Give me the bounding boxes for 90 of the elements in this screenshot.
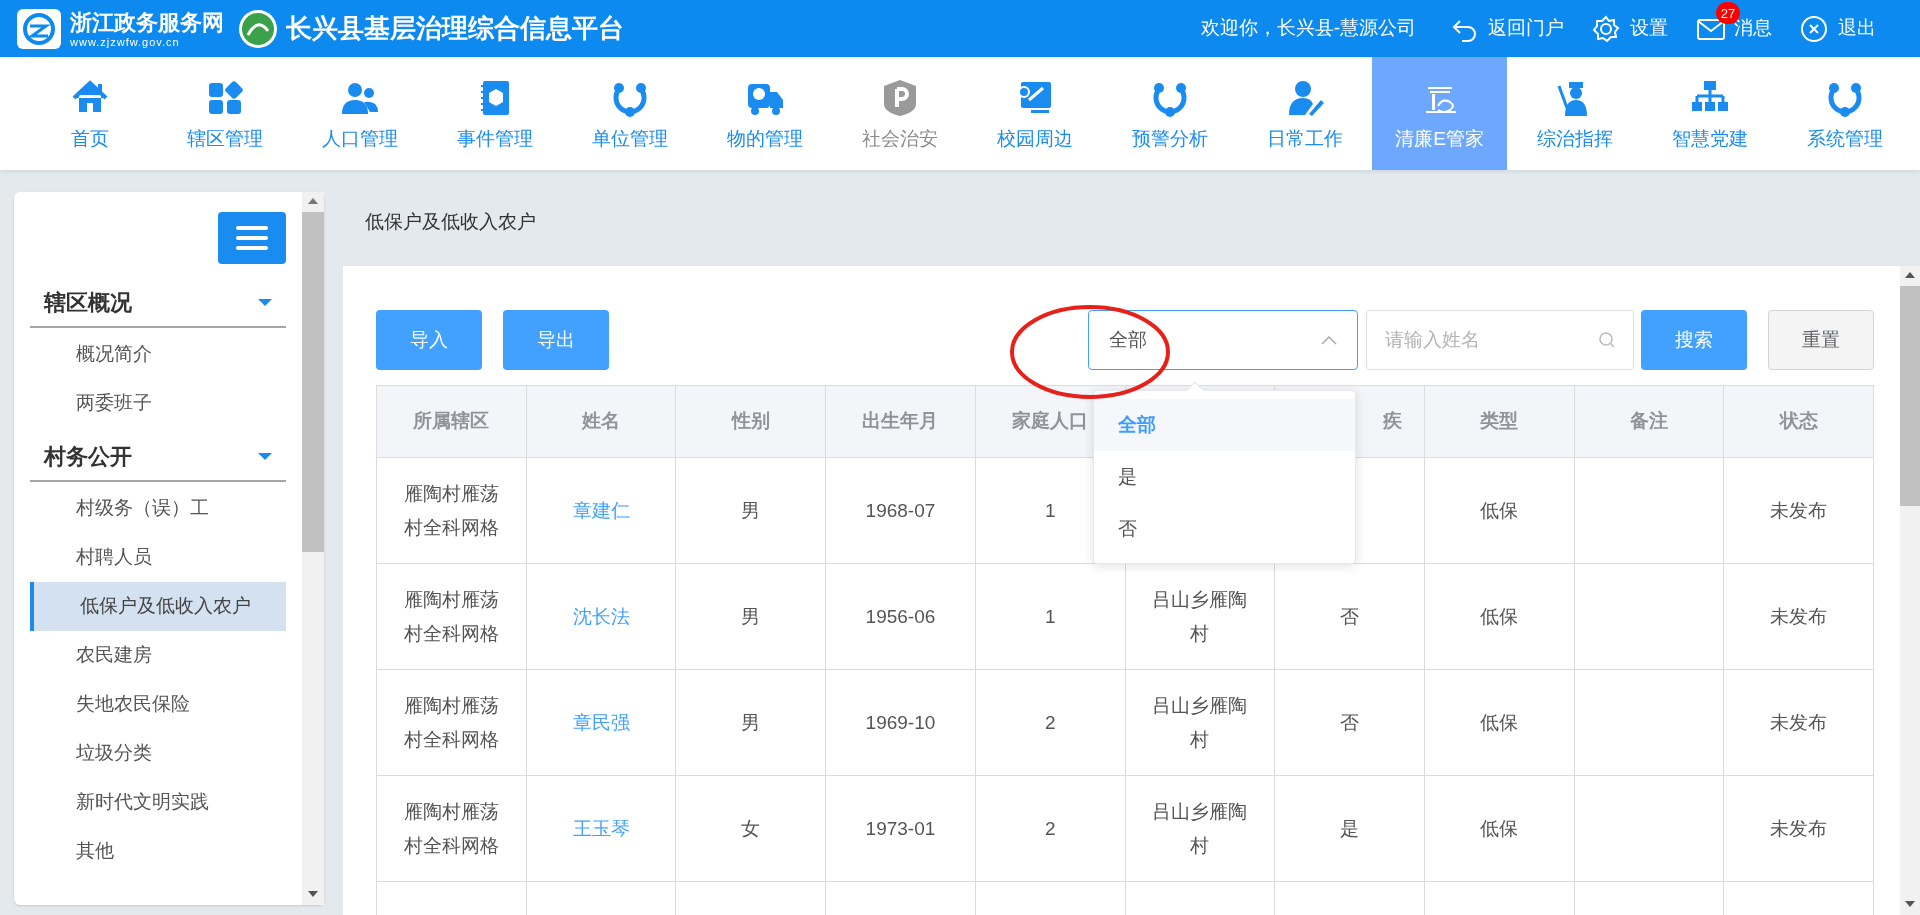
nav-tab[interactable]: 首页	[22, 57, 157, 170]
chevron-icon	[1321, 335, 1337, 345]
table-cell: 男	[676, 670, 827, 776]
column-header: 所属辖区	[377, 386, 527, 458]
nav-tab[interactable]: 校园周边	[967, 57, 1102, 170]
portal-name: 浙江政务服务网	[70, 9, 224, 36]
toolbar-button[interactable]: 导入	[376, 310, 482, 370]
caret-icon	[258, 452, 272, 460]
sidebar-item[interactable]: 垃圾分类	[30, 729, 286, 778]
column-header: 状态	[1724, 386, 1875, 458]
table-cell: 未发布	[1724, 564, 1875, 670]
settings-icon	[1592, 14, 1622, 43]
table-cell: 低保	[1424, 458, 1575, 564]
portal-logo-icon	[16, 7, 62, 50]
table-cell: 男	[676, 564, 827, 670]
sidebar-item[interactable]: 失地农民保险	[30, 680, 286, 729]
welcome-text: 欢迎你，长兴县-慧源公司	[1200, 16, 1416, 41]
platform-title: 长兴县基层治理综合信息平台	[286, 12, 624, 45]
nav-tab[interactable]: 辖区管理	[157, 57, 292, 170]
dropdown-option[interactable]: 全部	[1094, 399, 1355, 451]
table-cell: 是	[1275, 776, 1425, 882]
search-button[interactable]: 搜索	[1641, 310, 1747, 370]
table-cell: 雁陶村雁荡村全科网格	[377, 776, 527, 882]
table-cell: 雁陶村雁荡村全科网格	[377, 458, 527, 564]
filter-select[interactable]: 全部	[1088, 310, 1358, 370]
table-cell: 吕山乡雁陶村	[1125, 776, 1276, 882]
name-link[interactable]: 沈长法	[572, 599, 630, 634]
menu-icon	[235, 225, 269, 251]
header-link[interactable]: 设置	[1592, 14, 1668, 43]
sidebar-item[interactable]: 新时代文明实践	[30, 778, 286, 827]
table-cell: 低保	[1424, 776, 1575, 882]
sidebar-group-header[interactable]: 村务公开	[30, 432, 286, 482]
table-cell: 女	[676, 776, 827, 882]
sidebar-item[interactable]: 农民建房	[30, 631, 286, 680]
column-header: 性别	[676, 386, 827, 458]
nav-tab[interactable]: 日常工作	[1237, 57, 1372, 170]
nav-tab[interactable]: 综治指挥	[1507, 57, 1642, 170]
platform-logo-icon	[238, 8, 278, 49]
scrollbar[interactable]	[302, 192, 324, 905]
sidebar-item[interactable]: 概况简介	[30, 330, 286, 379]
search-icon	[1598, 331, 1616, 349]
header-link[interactable]: 返回门户	[1450, 14, 1564, 43]
page-title: 低保户及低收入农户	[364, 209, 537, 234]
sidebar-item[interactable]: 村级务（误）工	[30, 484, 286, 533]
nav-tab[interactable]: 智慧党建	[1642, 57, 1777, 170]
nav-tab[interactable]: 事件管理	[427, 57, 562, 170]
column-header: 备注	[1574, 386, 1725, 458]
menu-button[interactable]	[218, 212, 286, 264]
sidebar-group-header[interactable]: 辖区概况	[30, 278, 286, 328]
column-header: 出生年月	[826, 386, 976, 458]
nav-tab[interactable]: 物的管理	[697, 57, 832, 170]
table-cell: 1956-06	[826, 564, 976, 670]
table-cell: 雁陶村雁荡村全科网格	[377, 670, 527, 776]
reset-button[interactable]: 重置	[1768, 310, 1874, 370]
portal-url: www.zjzwfw.gov.cn	[70, 35, 181, 48]
sidebar-item[interactable]: 其他	[30, 827, 286, 876]
sidebar-item[interactable]: 村聘人员	[30, 533, 286, 582]
sidebar-item[interactable]: 两委班子	[30, 379, 286, 428]
table-cell: 低保	[1424, 670, 1575, 776]
toolbar-button[interactable]: 导出	[503, 310, 609, 370]
name-link[interactable]: 章建仁	[572, 493, 630, 528]
table-cell: 雁陶村雁荡村全科网格	[377, 564, 527, 670]
caret-icon	[258, 298, 272, 306]
table-cell: 未发布	[1724, 458, 1875, 564]
scrollbar[interactable]	[1900, 266, 1920, 915]
table-cell: 未发布	[1724, 670, 1875, 776]
search-field[interactable]: 请输入姓名	[1366, 310, 1634, 370]
table-cell: 未发布	[1724, 776, 1875, 882]
table-cell: 1	[975, 564, 1126, 670]
table-cell: 1973-01	[826, 776, 976, 882]
nav-tab[interactable]: 人口管理	[292, 57, 427, 170]
table-cell: 2	[975, 776, 1126, 882]
header-link[interactable]: 退出	[1800, 14, 1876, 43]
column-header: 类型	[1424, 386, 1575, 458]
nav-tab[interactable]: 清廉E管家	[1372, 57, 1507, 170]
nav-tab[interactable]: 单位管理	[562, 57, 697, 170]
table-cell: 否	[1275, 670, 1425, 776]
table-cell: 吕山乡雁陶村	[1125, 670, 1276, 776]
table-cell: 低保	[1424, 564, 1575, 670]
name-link[interactable]: 章民强	[572, 705, 630, 740]
name-link[interactable]: 王玉琴	[572, 811, 630, 846]
table-cell: 1968-07	[826, 458, 976, 564]
sidebar-item[interactable]: 低保户及低收入农户	[30, 582, 286, 631]
table-cell: 2	[975, 670, 1126, 776]
table-cell: 1969-10	[826, 670, 976, 776]
nav-tab[interactable]: 系统管理	[1777, 57, 1912, 170]
nav-tab[interactable]: 预警分析	[1102, 57, 1237, 170]
table-cell: 男	[676, 458, 827, 564]
column-header: 姓名	[526, 386, 677, 458]
close-circle-icon	[1800, 14, 1830, 43]
